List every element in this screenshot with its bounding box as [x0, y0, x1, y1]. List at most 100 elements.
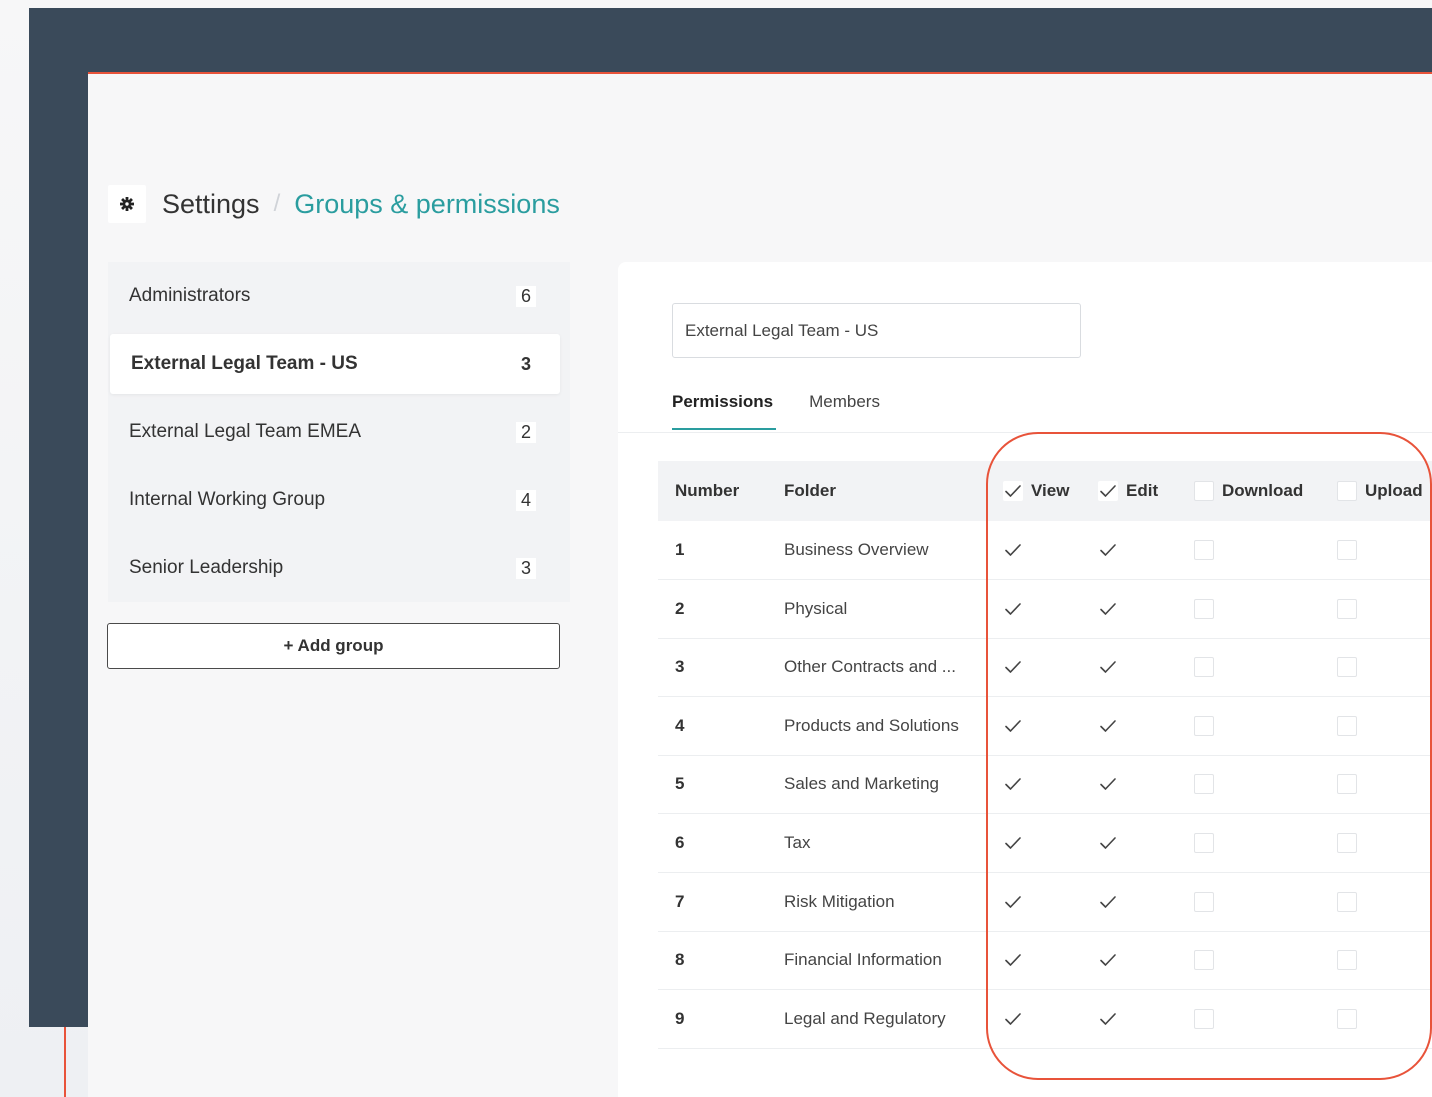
group-name: Internal Working Group: [129, 489, 326, 510]
add-group-button[interactable]: + Add group: [107, 623, 560, 669]
row-upload-cell: [1337, 755, 1357, 813]
header-upload: Upload: [1337, 461, 1423, 521]
download-all-checkbox[interactable]: [1194, 481, 1214, 501]
checkmark-icon: [1100, 485, 1116, 497]
download-checkbox[interactable]: [1194, 540, 1214, 560]
row-view-cell: [1003, 580, 1023, 638]
upload-checkbox[interactable]: [1337, 598, 1357, 619]
view-checkbox[interactable]: [1003, 1008, 1023, 1029]
view-checkbox[interactable]: [1003, 657, 1023, 678]
group-name-input[interactable]: [672, 303, 1081, 358]
edit-checkbox[interactable]: [1098, 657, 1118, 678]
view-checkbox[interactable]: [1003, 891, 1023, 912]
row-number: 9: [675, 1008, 685, 1028]
upload-checkbox[interactable]: [1337, 891, 1357, 912]
checkmark-icon: [1100, 602, 1116, 615]
edit-checkbox[interactable]: [1098, 715, 1118, 736]
group-member-count: 3: [520, 353, 531, 374]
row-folder-name[interactable]: Physical: [784, 580, 847, 638]
view-checkbox[interactable]: [1003, 950, 1023, 971]
row-download-cell: [1194, 638, 1214, 696]
download-checkbox[interactable]: [1194, 657, 1214, 678]
checkmark-icon: [1100, 778, 1116, 791]
row-upload-cell: [1337, 580, 1357, 638]
download-checkbox[interactable]: [1194, 598, 1214, 619]
download-checkbox[interactable]: [1194, 715, 1214, 736]
row-view-cell: [1003, 755, 1023, 813]
breadcrumb-settings[interactable]: Settings: [162, 189, 260, 220]
edit-checkbox[interactable]: [1098, 598, 1118, 619]
row-folder-name[interactable]: Sales and Marketing: [784, 755, 939, 813]
row-upload-cell: [1337, 697, 1357, 755]
checkmark-icon: [1005, 837, 1021, 849]
upload-checkbox[interactable]: [1337, 540, 1357, 560]
upload-checkbox[interactable]: [1337, 657, 1357, 678]
upload-checkbox[interactable]: [1337, 1008, 1357, 1029]
checkmark-icon: [1100, 544, 1116, 556]
row-view-cell: [1003, 697, 1023, 755]
upload-checkbox[interactable]: [1337, 715, 1357, 736]
left-navigation-rail: [29, 8, 88, 1027]
download-checkbox[interactable]: [1194, 774, 1214, 795]
row-edit-cell: [1098, 931, 1118, 989]
group-item[interactable]: Internal Working Group 4: [108, 470, 560, 530]
view-checkbox[interactable]: [1003, 833, 1023, 853]
row-folder-name[interactable]: Other Contracts and ...: [784, 638, 956, 696]
group-name: Administrators: [129, 285, 251, 306]
group-item[interactable]: External Legal Team - US 3: [110, 334, 560, 394]
row-folder-name[interactable]: Tax: [784, 814, 810, 872]
group-member-count: 4: [516, 489, 536, 511]
edit-checkbox[interactable]: [1098, 833, 1118, 853]
table-row: 6 Tax: [658, 814, 1432, 873]
upload-checkbox[interactable]: [1337, 950, 1357, 971]
group-name: External Legal Team EMEA: [129, 421, 361, 442]
group-item[interactable]: External Legal Team EMEA 2: [108, 402, 560, 462]
upload-all-checkbox[interactable]: [1337, 481, 1357, 501]
view-checkbox[interactable]: [1003, 540, 1023, 560]
download-checkbox[interactable]: [1194, 891, 1214, 912]
edit-checkbox[interactable]: [1098, 950, 1118, 971]
row-number: 4: [675, 715, 685, 735]
row-folder-name[interactable]: Risk Mitigation: [784, 873, 895, 931]
row-number: 6: [675, 833, 685, 852]
checkmark-icon: [1005, 1012, 1021, 1025]
group-editor-panel: Permissions Members Number Folder View E…: [618, 262, 1432, 1097]
header-view-label: View: [1031, 481, 1070, 500]
edit-checkbox[interactable]: [1098, 774, 1118, 795]
edit-all-checkbox[interactable]: [1098, 481, 1118, 501]
gear-icon[interactable]: [108, 185, 146, 223]
view-checkbox[interactable]: [1003, 774, 1023, 795]
view-checkbox[interactable]: [1003, 715, 1023, 736]
tab-members[interactable]: Members: [809, 384, 880, 424]
edit-checkbox[interactable]: [1098, 891, 1118, 912]
row-edit-cell: [1098, 990, 1118, 1048]
view-checkbox[interactable]: [1003, 598, 1023, 619]
checkmark-icon: [1005, 544, 1021, 556]
group-item[interactable]: Senior Leadership 3: [108, 538, 560, 598]
checkmark-icon: [1005, 602, 1021, 615]
upload-checkbox[interactable]: [1337, 833, 1357, 853]
top-navigation-bar: [29, 8, 1432, 72]
download-checkbox[interactable]: [1194, 833, 1214, 853]
row-folder-name[interactable]: Legal and Regulatory: [784, 990, 946, 1048]
row-number: 3: [675, 657, 685, 677]
download-checkbox[interactable]: [1194, 950, 1214, 971]
row-folder-name[interactable]: Products and Solutions: [784, 697, 959, 755]
row-folder-name[interactable]: Financial Information: [784, 931, 942, 989]
breadcrumb-separator: /: [273, 190, 281, 217]
group-item[interactable]: Administrators 6: [108, 266, 560, 326]
upload-checkbox[interactable]: [1337, 774, 1357, 795]
page-title: Groups & permissions: [294, 188, 560, 219]
row-upload-cell: [1337, 873, 1357, 931]
edit-checkbox[interactable]: [1098, 540, 1118, 560]
edit-checkbox[interactable]: [1098, 1008, 1118, 1029]
tab-permissions[interactable]: Permissions: [672, 384, 777, 430]
row-download-cell: [1194, 873, 1214, 931]
download-checkbox[interactable]: [1194, 1008, 1214, 1029]
row-folder-name[interactable]: Business Overview: [784, 521, 929, 579]
header-edit-label: Edit: [1126, 481, 1159, 500]
row-edit-cell: [1098, 580, 1118, 638]
row-upload-cell: [1337, 931, 1357, 989]
view-all-checkbox[interactable]: [1003, 481, 1023, 501]
row-number: 2: [675, 598, 685, 618]
